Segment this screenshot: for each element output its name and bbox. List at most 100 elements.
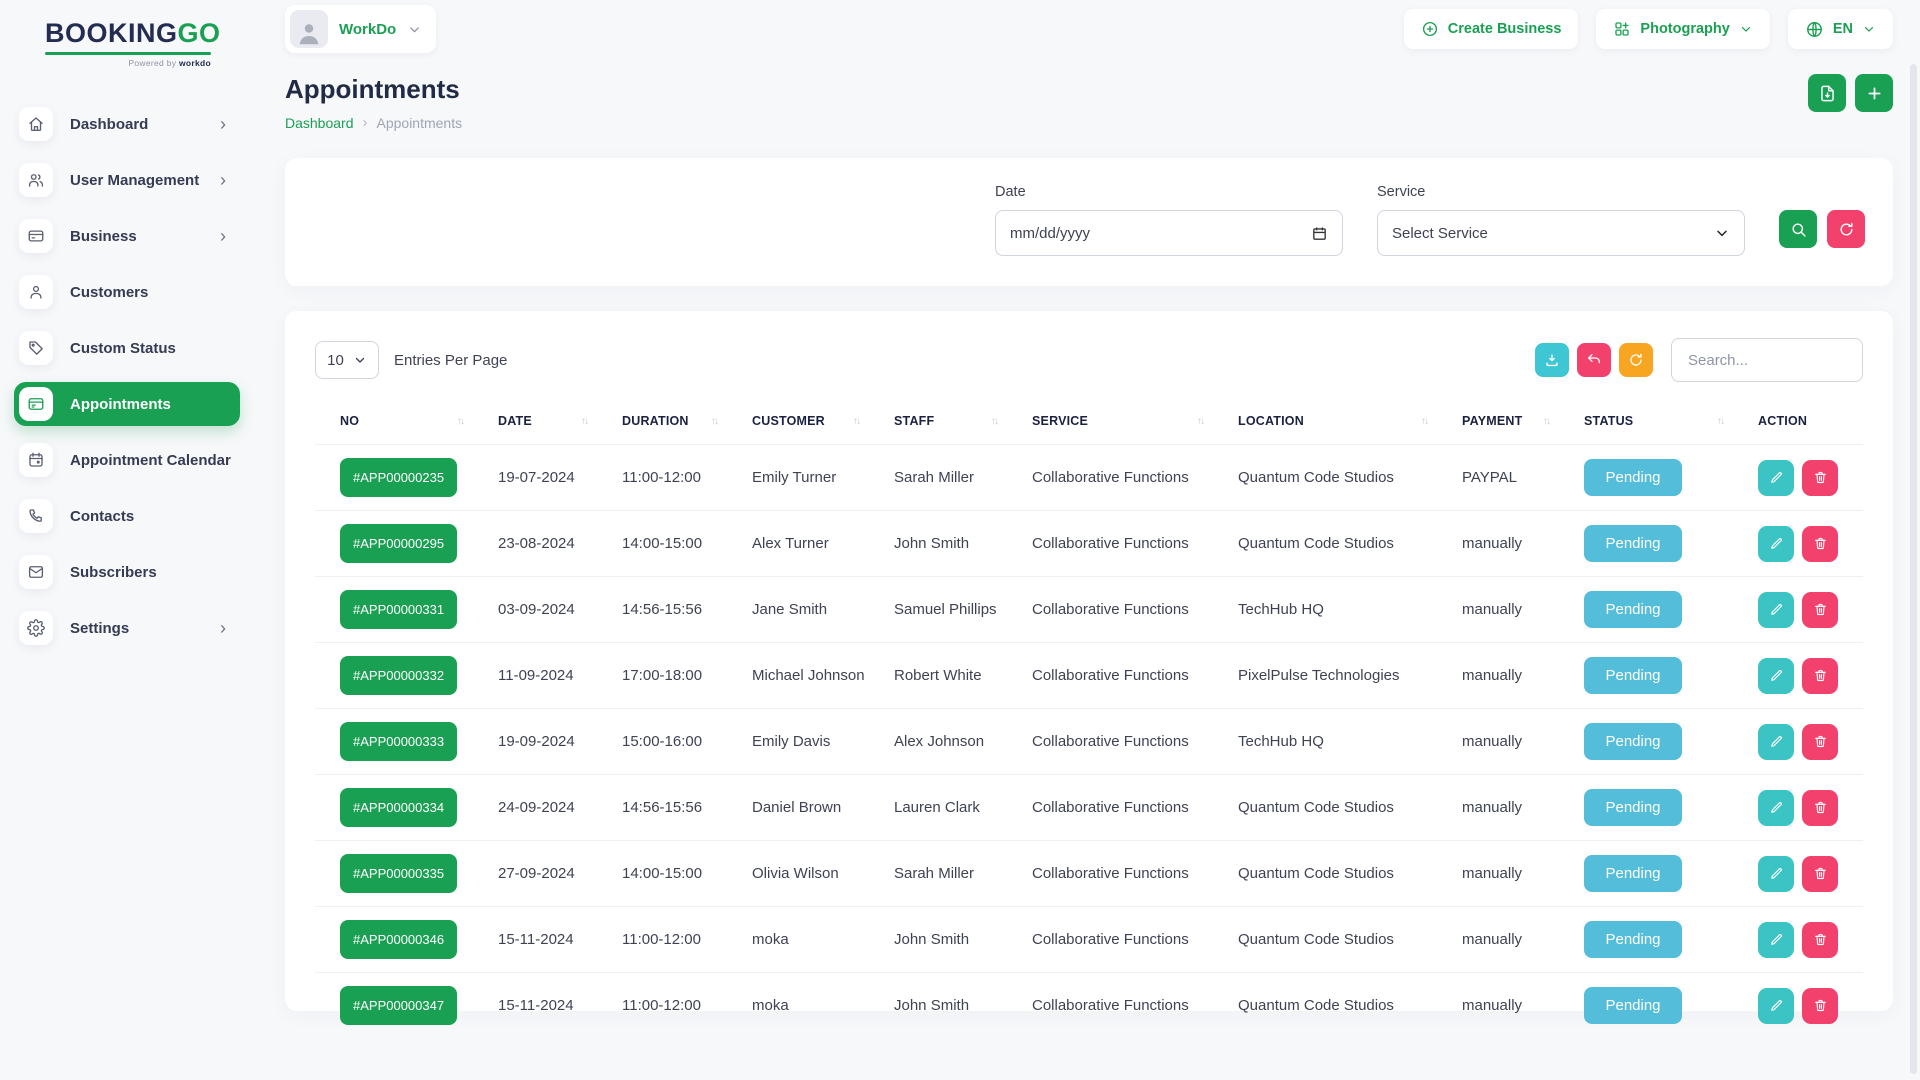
sidebar-item-appointments[interactable]: Appointments (14, 382, 240, 426)
cell-service: Collaborative Functions (1007, 445, 1213, 511)
download-button[interactable] (1535, 343, 1569, 377)
sidebar-item-appointment-calendar[interactable]: Appointment Calendar (14, 438, 240, 482)
sort-icon[interactable]: ↑↓ (581, 416, 587, 427)
sort-icon[interactable]: ↑↓ (991, 416, 997, 427)
sort-icon[interactable]: ↑↓ (1717, 416, 1723, 427)
delete-button[interactable] (1802, 724, 1838, 760)
add-appointment-button[interactable] (1855, 74, 1893, 112)
service-select[interactable]: Select Service (1377, 210, 1745, 256)
delete-button[interactable] (1802, 988, 1838, 1024)
delete-button[interactable] (1802, 790, 1838, 826)
column-header-no[interactable]: NO↑↓ (315, 412, 473, 445)
cell-location: TechHub HQ (1213, 577, 1437, 643)
appointment-no-badge[interactable]: #APP00000334 (340, 788, 457, 827)
appointment-no-badge[interactable]: #APP00000346 (340, 920, 457, 959)
edit-button[interactable] (1758, 658, 1794, 694)
edit-button[interactable] (1758, 856, 1794, 892)
column-header-status[interactable]: STATUS↑↓ (1559, 412, 1733, 445)
workspace-avatar (290, 10, 328, 48)
delete-button[interactable] (1802, 526, 1838, 562)
appointment-no-badge[interactable]: #APP00000333 (340, 722, 457, 761)
appointment-no-badge[interactable]: #APP00000295 (340, 524, 457, 563)
status-badge[interactable]: Pending (1584, 591, 1682, 628)
business-type-dropdown[interactable]: Photography (1596, 9, 1769, 49)
edit-button[interactable] (1758, 988, 1794, 1024)
status-badge[interactable]: Pending (1584, 921, 1682, 958)
cell-service: Collaborative Functions (1007, 841, 1213, 907)
delete-button[interactable] (1802, 922, 1838, 958)
sidebar-item-dashboard[interactable]: Dashboard› (14, 102, 240, 146)
filter-search-button[interactable] (1779, 210, 1817, 248)
column-header-service[interactable]: SERVICE↑↓ (1007, 412, 1213, 445)
status-badge[interactable]: Pending (1584, 789, 1682, 826)
mail-icon (19, 555, 53, 589)
undo-button[interactable] (1577, 343, 1611, 377)
breadcrumb: Dashboard › Appointments (285, 114, 462, 131)
export-button[interactable] (1808, 74, 1846, 112)
entries-per-page-select[interactable]: 10 (315, 341, 379, 379)
column-header-location[interactable]: LOCATION↑↓ (1213, 412, 1437, 445)
sort-icon[interactable]: ↑↓ (457, 416, 463, 427)
sort-icon[interactable]: ↑↓ (1543, 416, 1549, 427)
page-scrollbar[interactable] (1910, 64, 1917, 1074)
create-business-button[interactable]: Create Business (1404, 9, 1579, 49)
edit-button[interactable] (1758, 592, 1794, 628)
app-logo[interactable]: BOOKINGGO Powered by workdo (45, 20, 211, 68)
cell-duration: 11:00-12:00 (597, 973, 727, 1039)
trash-icon (1813, 470, 1828, 485)
delete-button[interactable] (1802, 592, 1838, 628)
pencil-icon (1769, 602, 1784, 617)
column-header-payment[interactable]: PAYMENT↑↓ (1437, 412, 1559, 445)
sort-icon[interactable]: ↑↓ (711, 416, 717, 427)
status-badge[interactable]: Pending (1584, 459, 1682, 496)
appointment-no-badge[interactable]: #APP00000332 (340, 656, 457, 695)
sort-icon[interactable]: ↑↓ (1197, 416, 1203, 427)
sidebar-item-customers[interactable]: Customers (14, 270, 240, 314)
edit-button[interactable] (1758, 460, 1794, 496)
sidebar-item-settings[interactable]: Settings› (14, 606, 240, 650)
column-header-duration[interactable]: DURATION↑↓ (597, 412, 727, 445)
appointment-no-badge[interactable]: #APP00000235 (340, 458, 457, 497)
column-header-staff[interactable]: STAFF↑↓ (869, 412, 1007, 445)
sidebar-item-business[interactable]: Business› (14, 214, 240, 258)
chevron-down-icon (1739, 22, 1753, 36)
table-search-input[interactable] (1671, 338, 1863, 382)
chevron-down-icon (353, 353, 367, 367)
cell-location: Quantum Code Studios (1213, 841, 1437, 907)
filter-reset-button[interactable] (1827, 210, 1865, 248)
date-input[interactable]: mm/dd/yyyy (995, 210, 1343, 256)
status-badge[interactable]: Pending (1584, 987, 1682, 1024)
users-icon (19, 163, 53, 197)
appointment-no-badge[interactable]: #APP00000335 (340, 854, 457, 893)
status-badge[interactable]: Pending (1584, 657, 1682, 694)
workspace-selector[interactable]: WorkDo (285, 5, 436, 53)
delete-button[interactable] (1802, 460, 1838, 496)
breadcrumb-dashboard-link[interactable]: Dashboard (285, 115, 354, 131)
sort-icon[interactable]: ↑↓ (1421, 416, 1427, 427)
status-badge[interactable]: Pending (1584, 855, 1682, 892)
edit-button[interactable] (1758, 724, 1794, 760)
status-badge[interactable]: Pending (1584, 723, 1682, 760)
language-dropdown[interactable]: EN (1788, 9, 1893, 49)
pencil-icon (1769, 800, 1784, 815)
appointment-no-badge[interactable]: #APP00000331 (340, 590, 457, 629)
delete-button[interactable] (1802, 856, 1838, 892)
edit-button[interactable] (1758, 790, 1794, 826)
sidebar-item-custom-status[interactable]: Custom Status (14, 326, 240, 370)
appointment-no-badge[interactable]: #APP00000347 (340, 986, 457, 1025)
column-header-customer[interactable]: CUSTOMER↑↓ (727, 412, 869, 445)
status-badge[interactable]: Pending (1584, 525, 1682, 562)
sidebar-item-user-management[interactable]: User Management› (14, 158, 240, 202)
chevron-right-icon: › (220, 619, 230, 637)
refresh-button[interactable] (1619, 343, 1653, 377)
delete-button[interactable] (1802, 658, 1838, 694)
service-field-group: Service Select Service (1377, 184, 1745, 256)
edit-button[interactable] (1758, 922, 1794, 958)
sidebar-item-subscribers[interactable]: Subscribers (14, 550, 240, 594)
download-icon (1544, 352, 1560, 368)
column-header-date[interactable]: DATE↑↓ (473, 412, 597, 445)
pencil-icon (1769, 668, 1784, 683)
sidebar-item-contacts[interactable]: Contacts (14, 494, 240, 538)
sort-icon[interactable]: ↑↓ (853, 416, 859, 427)
edit-button[interactable] (1758, 526, 1794, 562)
